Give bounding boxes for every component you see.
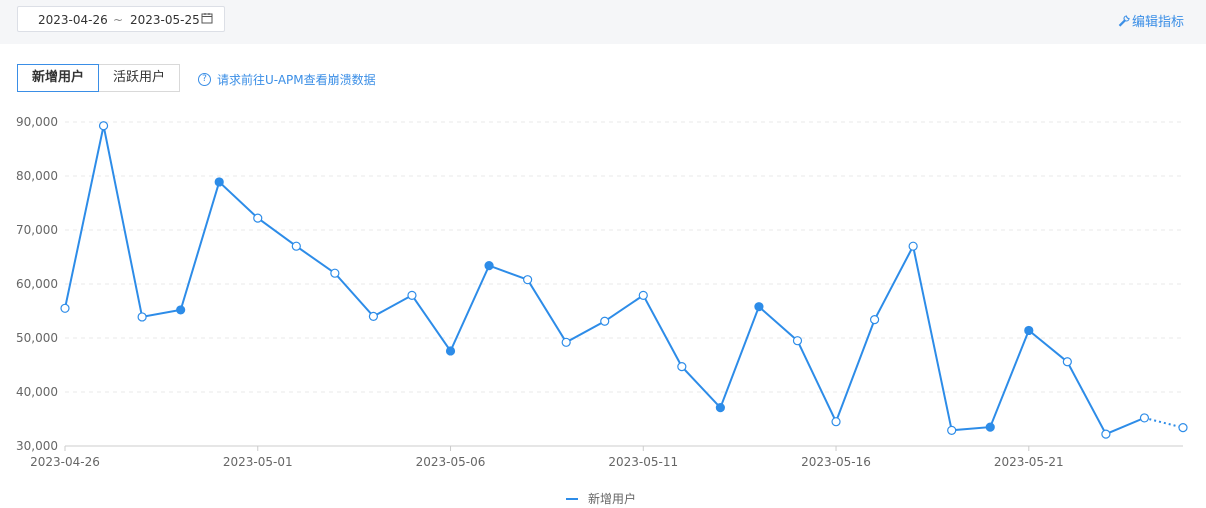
x-tick-label: 2023-04-26 (30, 455, 100, 469)
data-point (600, 316, 610, 326)
data-point (754, 302, 764, 312)
data-point (523, 275, 533, 285)
data-point (715, 403, 725, 413)
legend-swatch (566, 497, 578, 500)
y-tick-label: 70,000 (16, 223, 58, 237)
data-point (638, 290, 648, 300)
data-point (484, 261, 494, 271)
data-point (947, 425, 957, 435)
y-tick-label: 90,000 (16, 115, 58, 129)
x-tick-label: 2023-05-11 (608, 455, 678, 469)
data-point (1024, 325, 1034, 336)
data-point (60, 303, 70, 313)
y-tick-label: 60,000 (16, 277, 58, 291)
data-point (792, 336, 803, 346)
data-point (214, 177, 224, 187)
data-point (253, 213, 263, 223)
data-point (445, 346, 456, 356)
legend-label: 新增用户 (588, 492, 637, 506)
start-date[interactable]: 2023-04-26 (38, 13, 108, 27)
data-point (985, 422, 995, 432)
data-point (677, 362, 687, 372)
data-point (869, 315, 880, 325)
data-point (176, 305, 186, 315)
apm-hint-text: 请求前往U-APM查看崩溃数据 (217, 73, 376, 87)
series-line-dashed (1144, 416, 1184, 429)
data-point (98, 121, 109, 131)
wrench-icon (1118, 14, 1130, 27)
metric-tabs: 新增用户 活跃用户 (17, 64, 181, 92)
calendar-icon[interactable] (201, 12, 213, 24)
edit-metrics-label: 编辑指标 (1131, 15, 1184, 30)
x-tick-label: 2023-05-16 (801, 455, 871, 469)
y-tick-label: 40,000 (16, 385, 58, 399)
data-point (1062, 357, 1072, 367)
end-date[interactable]: 2023-05-25 (130, 13, 200, 27)
x-tick-label: 2023-05-01 (223, 455, 293, 469)
data-point (561, 337, 571, 347)
data-point (1139, 413, 1150, 423)
date-range-picker[interactable]: 2023-04-26 ~ 2023-05-25 (17, 6, 225, 32)
date-separator: ~ (113, 13, 124, 27)
edit-metrics-link[interactable]: 编辑指标 (1118, 11, 1184, 30)
apm-hint-link[interactable]: ? 请求前往U-APM查看崩溃数据 (198, 71, 376, 88)
top-toolbar: 2023-04-26 ~ 2023-05-25 编辑指标 (0, 0, 1206, 44)
data-point (407, 290, 417, 300)
y-tick-label: 50,000 (16, 331, 58, 345)
y-tick-label: 30,000 (16, 439, 58, 453)
data-point (368, 311, 379, 321)
data-point (1178, 423, 1188, 433)
data-point (908, 241, 918, 251)
data-point (831, 417, 841, 427)
question-icon: ? (198, 73, 211, 86)
series-line (64, 125, 1145, 436)
data-point (1101, 429, 1111, 439)
x-tick-label: 2023-05-21 (994, 455, 1064, 469)
data-point (291, 241, 301, 251)
data-point (137, 312, 147, 322)
chart-legend[interactable]: 新增用户 (566, 490, 636, 507)
data-point (330, 268, 340, 278)
line-chart: 30,000 40,000 50,000 60,000 70,000 80,000 90,0… (16, 115, 1188, 469)
tab-new-users[interactable]: 新增用户 (17, 64, 100, 92)
tab-active-users[interactable]: 活跃用户 (99, 64, 181, 92)
x-tick-label: 2023-05-06 (416, 455, 486, 469)
y-tick-label: 80,000 (16, 169, 58, 183)
